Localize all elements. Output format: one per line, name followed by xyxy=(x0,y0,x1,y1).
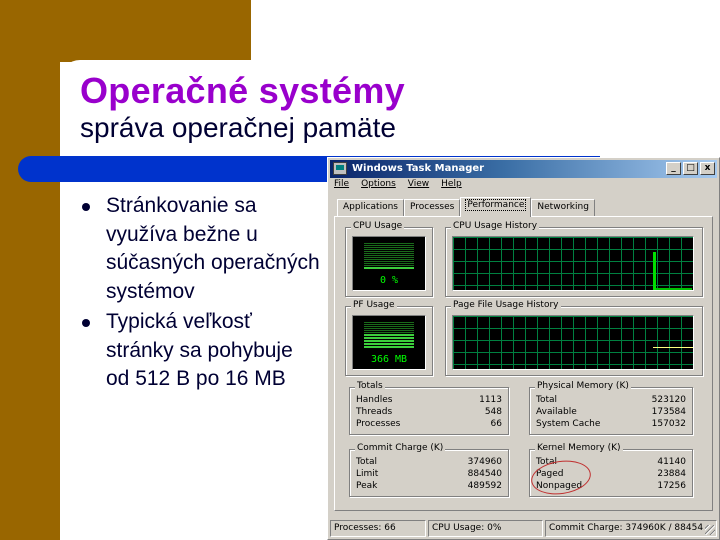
cpu-usage-value: 0 % xyxy=(379,275,399,286)
slide-title: Operačné systémy xyxy=(80,70,405,111)
menu-options[interactable]: Options xyxy=(361,179,396,189)
physical-memory-row: Available 173584 xyxy=(536,407,686,417)
physical-memory-group: Physical Memory (K) Total 523120 Availabl… xyxy=(529,381,693,435)
bullet-item: Stránkovanie sa využíva bežne u súčasnýc… xyxy=(80,192,320,306)
slide-subtitle: správa operačnej pamäte xyxy=(80,112,396,143)
close-button[interactable]: x xyxy=(700,162,715,175)
bullet-list: Stránkovanie sa využíva bežne u súčasnýc… xyxy=(80,192,320,396)
title-bar[interactable]: Windows Task Manager _ □ x xyxy=(330,160,717,178)
performance-panel: CPU Usage 0 % CPU Usage History PF Usage… xyxy=(334,216,713,511)
totals-row: Processes 66 xyxy=(356,419,502,429)
left-brown-band xyxy=(0,0,60,540)
tab-networking[interactable]: Networking xyxy=(531,199,595,216)
window-title: Windows Task Manager xyxy=(352,163,485,174)
pf-history-group: Page File Usage History xyxy=(445,300,703,376)
minimize-button[interactable]: _ xyxy=(666,162,681,175)
bullet-icon xyxy=(82,319,90,327)
tab-processes[interactable]: Processes xyxy=(403,199,461,216)
menu-help[interactable]: Help xyxy=(441,179,462,189)
cpu-usage-meter: 0 % xyxy=(352,236,426,291)
tab-performance[interactable]: Performance xyxy=(460,197,532,217)
menu-file[interactable]: File xyxy=(334,179,349,189)
commit-charge-row: Peak 489592 xyxy=(356,481,502,491)
pf-meter-filled xyxy=(364,334,414,348)
pf-history-line xyxy=(653,347,693,348)
cpu-meter-level xyxy=(364,267,414,269)
resize-grip-icon[interactable] xyxy=(705,525,715,535)
totals-label: Totals xyxy=(355,381,385,391)
pf-usage-value: 366 MB xyxy=(370,354,408,365)
cpu-history-graph xyxy=(452,236,694,291)
task-manager-icon xyxy=(333,162,347,175)
top-brown-band xyxy=(0,0,251,62)
tab-applications[interactable]: Applications xyxy=(337,199,404,216)
cpu-history-group: CPU Usage History xyxy=(445,221,703,297)
commit-charge-row: Total 374960 xyxy=(356,457,502,467)
bullet-icon xyxy=(82,203,90,211)
physical-memory-label: Physical Memory (K) xyxy=(535,381,631,391)
status-commit-charge: Commit Charge: 374960K / 88454 xyxy=(545,520,717,537)
cpu-meter-bars xyxy=(364,243,414,267)
cpu-history-spike xyxy=(653,252,656,290)
task-manager-window: Windows Task Manager _ □ x File Options … xyxy=(327,157,720,540)
cpu-usage-label: CPU Usage xyxy=(351,221,405,231)
cpu-usage-group: CPU Usage 0 % xyxy=(345,221,433,297)
physical-memory-row: Total 523120 xyxy=(536,395,686,405)
totals-row: Handles 1113 xyxy=(356,395,502,405)
pf-history-label: Page File Usage History xyxy=(451,300,561,310)
status-processes: Processes: 66 xyxy=(330,520,426,537)
kernel-memory-label: Kernel Memory (K) xyxy=(535,443,623,453)
pf-usage-group: PF Usage 366 MB xyxy=(345,300,433,376)
status-cpu-usage: CPU Usage: 0% xyxy=(428,520,543,537)
tab-strip: Applications Processes Performance Netwo… xyxy=(337,197,595,217)
bullet-item: Typická veľkosť stránky sa pohybuje od 5… xyxy=(80,308,320,394)
maximize-button[interactable]: □ xyxy=(683,162,698,175)
menu-view[interactable]: View xyxy=(408,179,429,189)
cpu-history-label: CPU Usage History xyxy=(451,221,540,231)
pf-history-graph xyxy=(452,315,694,370)
pf-meter-empty xyxy=(364,322,414,334)
pf-usage-label: PF Usage xyxy=(351,300,397,310)
commit-charge-row: Limit 884540 xyxy=(356,469,502,479)
pf-usage-meter: 366 MB xyxy=(352,315,426,370)
cpu-history-line xyxy=(656,288,692,290)
totals-group: Totals Handles 1113 Threads 548 Processes 6… xyxy=(349,381,509,435)
commit-charge-group: Commit Charge (K) Total 374960 Limit 88454… xyxy=(349,443,509,497)
commit-charge-label: Commit Charge (K) xyxy=(355,443,446,453)
menu-bar: File Options View Help xyxy=(334,179,462,189)
totals-row: Threads 548 xyxy=(356,407,502,417)
status-bar: Processes: 66 CPU Usage: 0% Commit Charg… xyxy=(330,520,717,537)
physical-memory-row: System Cache 157032 xyxy=(536,419,686,429)
